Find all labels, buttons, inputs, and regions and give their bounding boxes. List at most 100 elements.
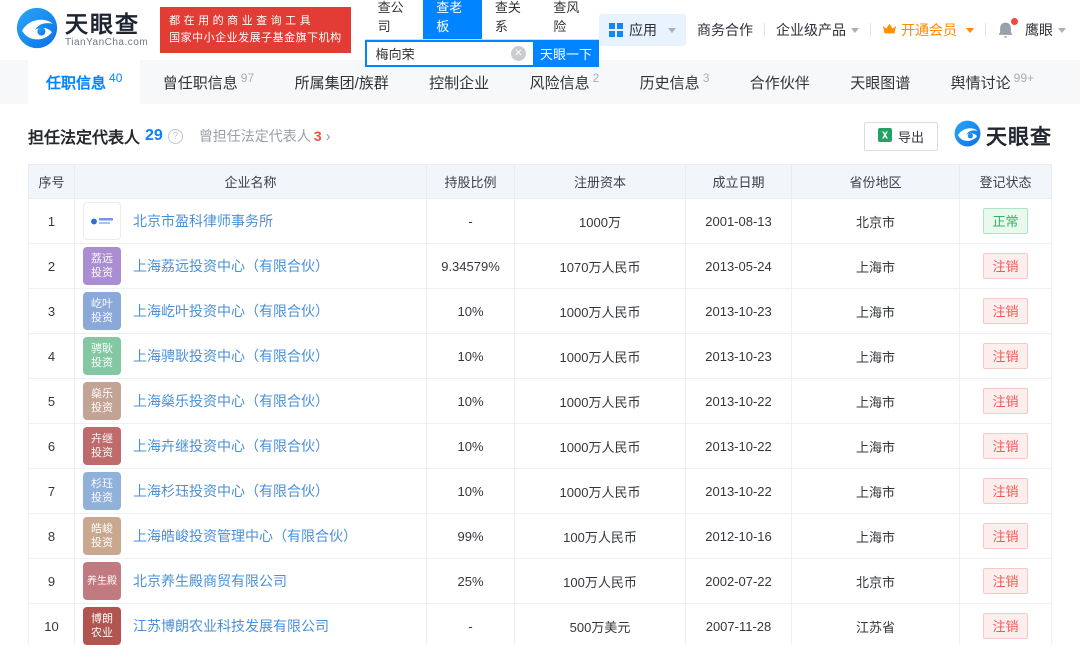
table-row: 1 北京市盈科律师事务所 - 1000万 2001-08-13 北京市 正常	[28, 198, 1052, 244]
status-badge: 注销	[983, 523, 1028, 549]
logo-line1: 骋耿	[91, 342, 113, 355]
divider	[985, 23, 986, 37]
watermark-text: 天眼查	[986, 126, 1052, 149]
ratio-cell: 10%	[426, 423, 515, 469]
status-badge: 注销	[983, 613, 1028, 639]
capital-cell: 1000万人民币	[514, 288, 686, 334]
capital-cell: 500万美元	[514, 603, 686, 645]
company-name-cell: 卉继 投资 上海卉继投资中心（有限合伙）	[74, 423, 427, 469]
company-name-link[interactable]: 江苏博朗农业科技发展有限公司	[133, 616, 329, 636]
company-name-cell: 养生殿 北京养生殿商贸有限公司	[74, 558, 427, 604]
export-button[interactable]: 导出	[863, 121, 938, 151]
former-legal-rep-link[interactable]: 曾担任法定代表人 3 ›	[199, 126, 331, 146]
apps-grid-icon	[609, 23, 623, 37]
row-index: 6	[28, 423, 75, 469]
notification-dot	[1011, 17, 1018, 25]
company-name-cell: 杉珏 投资 上海杉珏投资中心（有限合伙）	[74, 468, 427, 514]
apps-button[interactable]: 应用	[599, 14, 686, 46]
table-row: 7 杉珏 投资 上海杉珏投资中心（有限合伙） 10% 1000万人民币 2013…	[28, 468, 1052, 514]
ratio-cell: 10%	[426, 378, 515, 424]
search-tabs: 查公司 查老板 查关系 查风险	[364, 0, 599, 40]
main-tab-8[interactable]: 舆情讨论 99+	[933, 60, 1052, 104]
main-tab-2[interactable]: 所属集团/族群	[277, 60, 407, 104]
search-tab-2[interactable]: 查关系	[482, 0, 541, 39]
status-cell: 注销	[959, 378, 1052, 424]
clear-icon[interactable]: ✕	[511, 45, 526, 61]
eagle-eye-link[interactable]: 鹰眼	[1025, 20, 1066, 40]
status-cell: 注销	[959, 333, 1052, 379]
company-name-link[interactable]: 上海荔远投资中心（有限合伙）	[133, 256, 329, 276]
main-tab-3[interactable]: 控制企业	[411, 60, 507, 104]
company-name-link[interactable]: 上海骋耿投资中心（有限合伙）	[133, 346, 329, 366]
company-name-link[interactable]: 北京养生殿商贸有限公司	[133, 571, 287, 591]
tab-count: 99+	[1013, 71, 1034, 85]
main-tab-7[interactable]: 天眼图谱	[832, 60, 928, 104]
status-badge: 注销	[983, 478, 1028, 504]
main-tab-4[interactable]: 风险信息 2	[512, 60, 618, 104]
capital-cell: 1000万	[514, 198, 686, 244]
logo-line1: 博朗	[91, 612, 113, 625]
company-name-link[interactable]: 上海杉珏投资中心（有限合伙）	[133, 481, 329, 501]
logo-line2: 投资	[91, 447, 113, 459]
company-name-cell: 屹叶 投资 上海屹叶投资中心（有限合伙）	[74, 288, 427, 334]
search-tab-1[interactable]: 查老板	[423, 0, 482, 39]
capital-cell: 1070万人民币	[514, 243, 686, 289]
table-row: 10 博朗 农业 江苏博朗农业科技发展有限公司 - 500万美元 2007-11…	[28, 603, 1052, 645]
ratio-cell: -	[426, 198, 515, 244]
region-cell: 上海市	[791, 513, 960, 559]
logo-line2: 投资	[91, 402, 113, 414]
ratio-cell: 99%	[426, 513, 515, 559]
logo-line1: 杉珏	[91, 477, 113, 490]
date-cell: 2013-05-24	[685, 243, 792, 289]
logo-line2: 投资	[91, 537, 113, 549]
column-header: 企业名称	[74, 164, 427, 199]
crown-icon	[882, 22, 897, 38]
search-tab-0[interactable]: 查公司	[365, 0, 424, 39]
date-cell: 2002-07-22	[685, 558, 792, 604]
promo-line2: 国家中小企业发展子基金旗下机构	[169, 32, 342, 44]
company-name-link[interactable]: 北京市盈科律师事务所	[133, 211, 273, 231]
tab-count: 40	[109, 71, 123, 85]
row-index: 5	[28, 378, 75, 424]
row-index: 8	[28, 513, 75, 559]
table-row: 4 骋耿 投资 上海骋耿投资中心（有限合伙） 10% 1000万人民币 2013…	[28, 333, 1052, 379]
ratio-cell: 10%	[426, 333, 515, 379]
region-cell: 上海市	[791, 423, 960, 469]
enterprise-products-link[interactable]: 企业级产品	[776, 20, 859, 40]
main-tab-1[interactable]: 曾任职信息 97	[145, 60, 272, 104]
tab-count: 3	[702, 71, 710, 85]
former-legal-rep-count: 3	[313, 128, 322, 144]
company-logo: 骋耿 投资	[83, 337, 121, 375]
date-cell: 2013-10-22	[685, 423, 792, 469]
main-tab-6[interactable]: 合作伙伴	[732, 60, 828, 104]
logo-line1: 皓峻	[91, 522, 113, 535]
chevron-down-icon	[668, 27, 676, 33]
status-badge: 注销	[983, 298, 1028, 324]
company-name-link[interactable]: 上海燊乐投资中心（有限合伙）	[133, 391, 329, 411]
status-badge: 正常	[983, 208, 1028, 234]
company-name-link[interactable]: 上海屹叶投资中心（有限合伙）	[133, 301, 329, 321]
search-area: 查公司查老板查关系查风险 ✕ 天眼一下	[364, 0, 599, 67]
company-name-cell: 燊乐 投资 上海燊乐投资中心（有限合伙）	[74, 378, 427, 424]
status-badge: 注销	[983, 433, 1028, 459]
search-tab-3[interactable]: 查风险	[540, 0, 599, 39]
chevron-down-icon	[966, 27, 974, 33]
table-row: 5 燊乐 投资 上海燊乐投资中心（有限合伙） 10% 1000万人民币 2013…	[28, 378, 1052, 424]
tianyancha-logo[interactable]: 天眼查 TianYanCha.com	[16, 7, 148, 54]
notification-bell-icon[interactable]	[997, 17, 1018, 40]
ratio-cell: 25%	[426, 558, 515, 604]
company-name-link[interactable]: 上海卉继投资中心（有限合伙）	[133, 436, 329, 456]
help-icon[interactable]: ?	[167, 128, 183, 144]
company-logo: 博朗 农业	[83, 607, 121, 645]
logo-line2: 投资	[91, 312, 113, 324]
main-tab-0[interactable]: 任职信息 40	[28, 60, 141, 104]
search-input[interactable]	[364, 39, 533, 67]
status-badge: 注销	[983, 388, 1028, 414]
company-name-link[interactable]: 上海皓峻投资管理中心（有限合伙）	[133, 526, 357, 546]
chevron-down-icon	[1058, 27, 1066, 33]
company-name-cell: 骋耿 投资 上海骋耿投资中心（有限合伙）	[74, 333, 427, 379]
business-coop-link[interactable]: 商务合作	[697, 20, 753, 40]
topbar-right-nav: 应用 商务合作 企业级产品 开通会员 鹰眼	[599, 14, 1066, 46]
vip-link[interactable]: 开通会员	[882, 20, 974, 40]
main-tab-5[interactable]: 历史信息 3	[622, 60, 728, 104]
